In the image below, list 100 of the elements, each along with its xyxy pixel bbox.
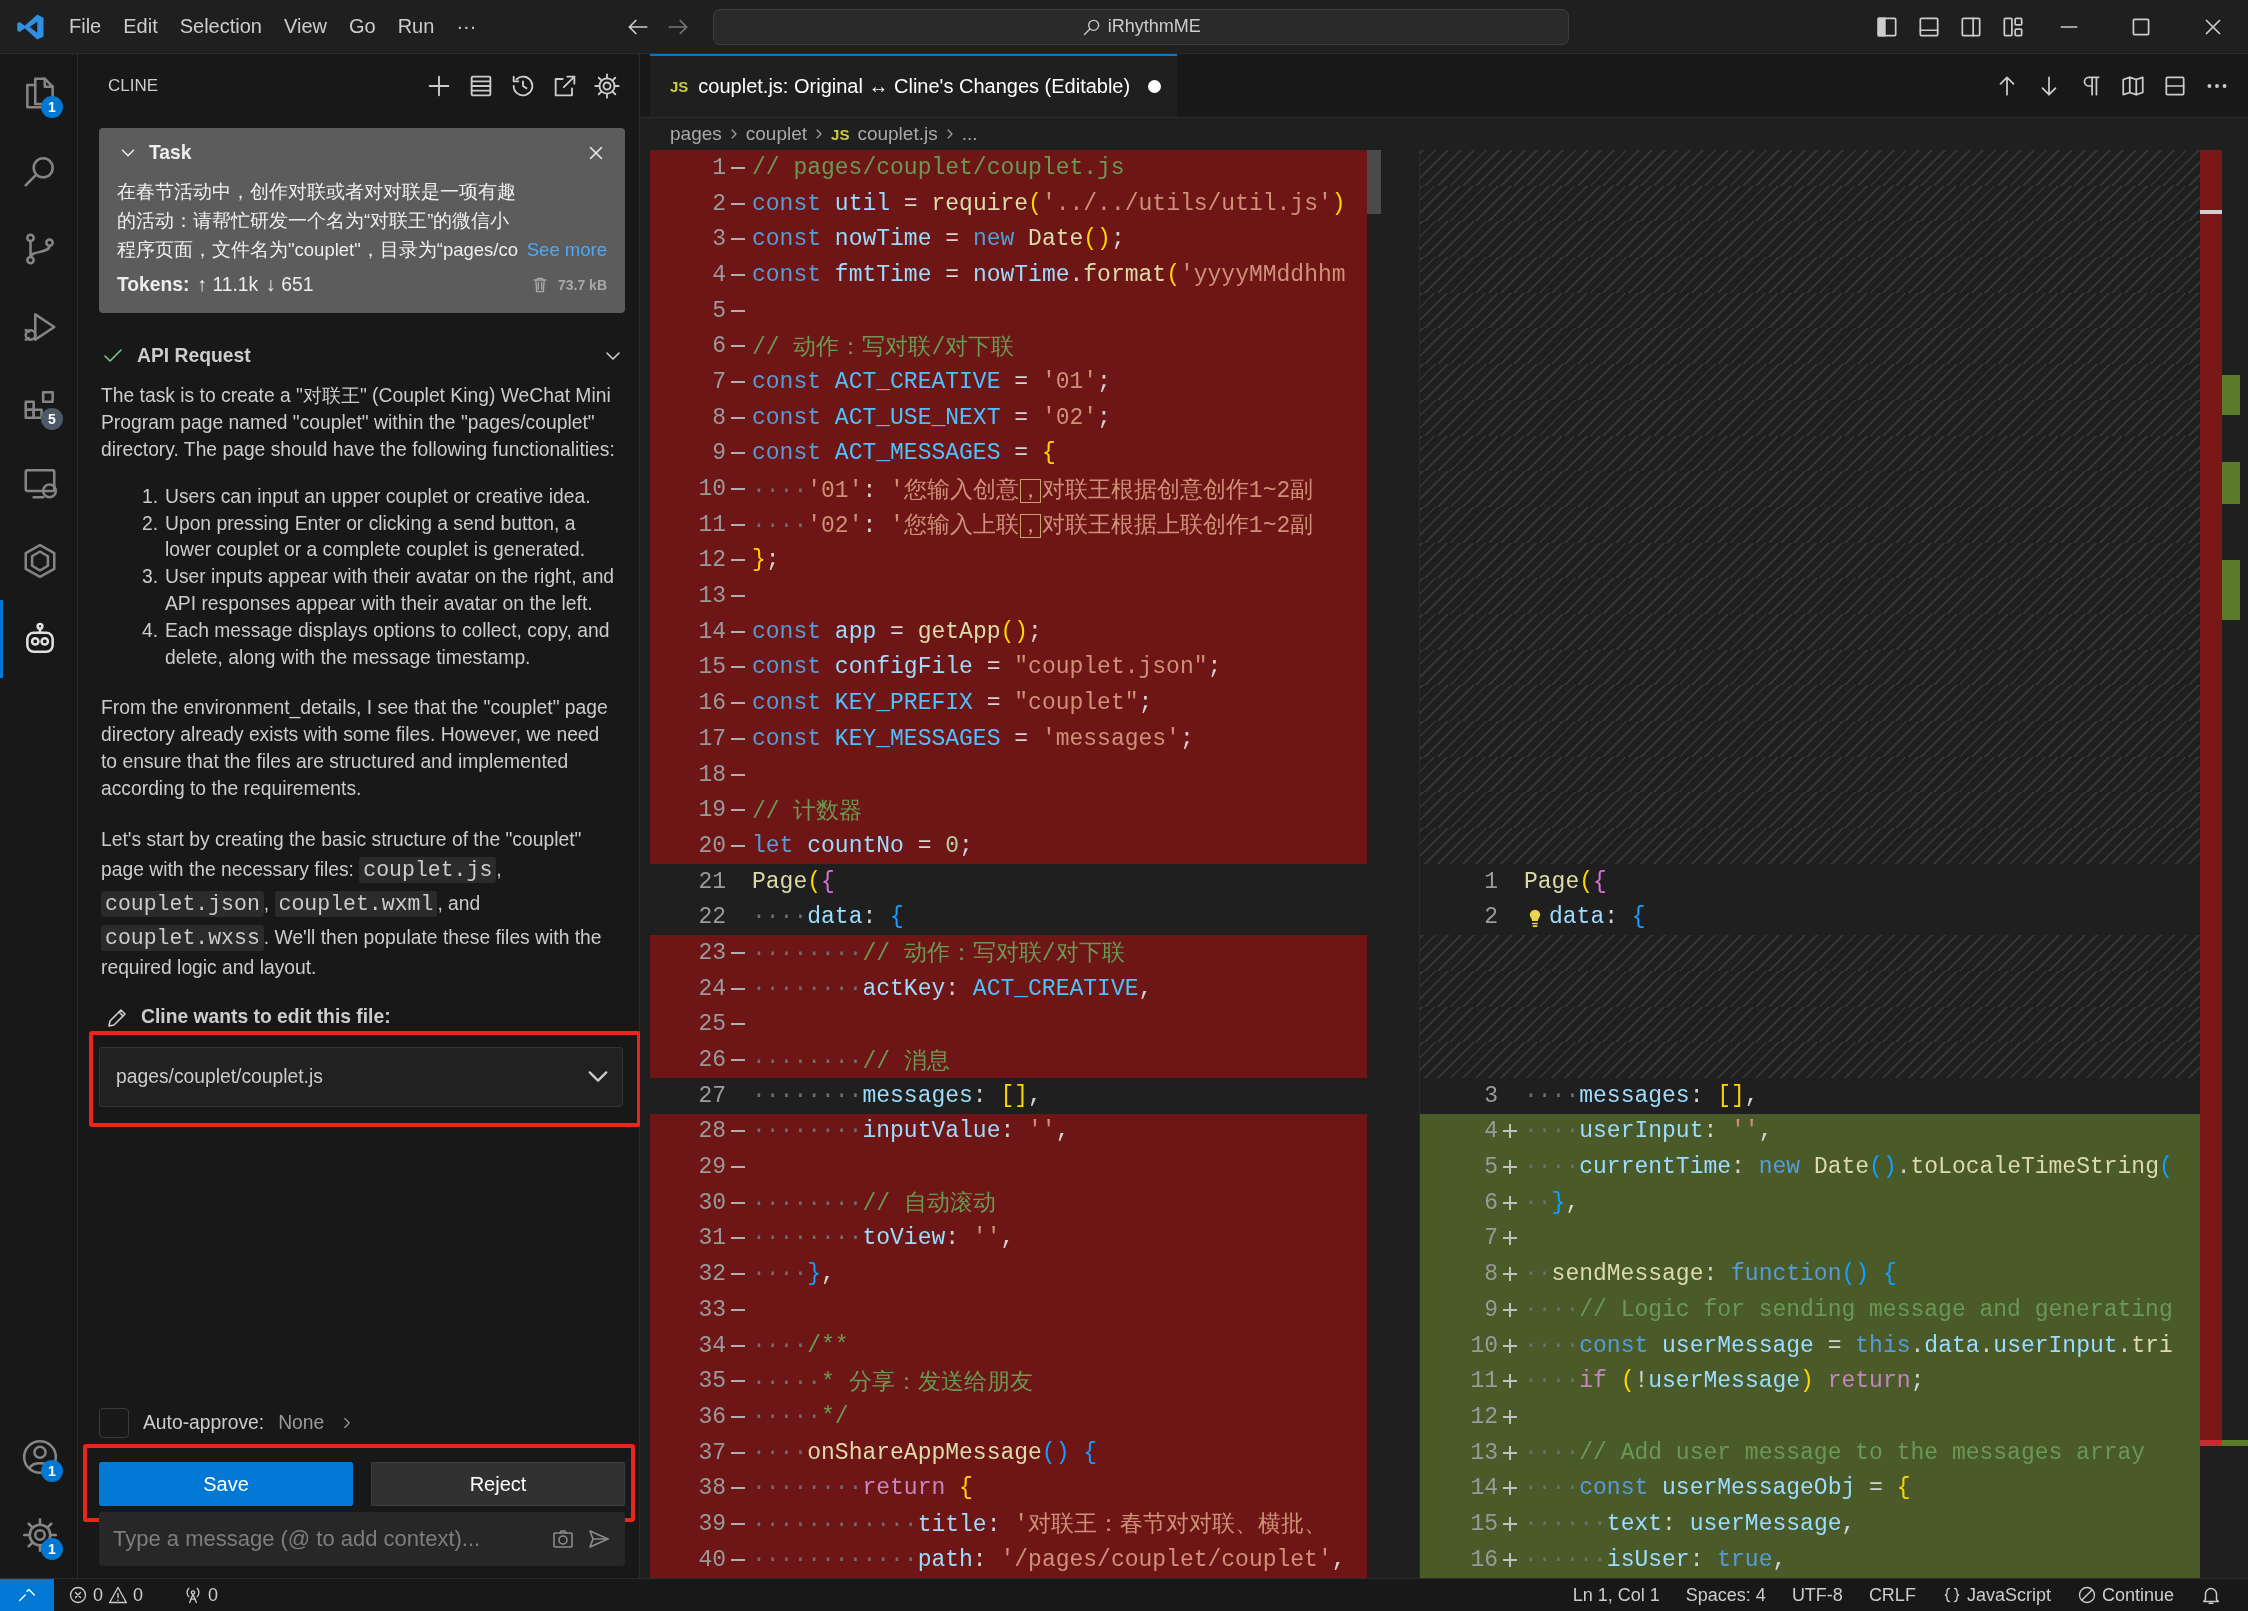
breadcrumb-item[interactable]: JS couplet.js <box>831 123 938 145</box>
code-text: ······isUser: true, <box>1524 1546 1787 1573</box>
menu-item[interactable]: View <box>275 11 336 42</box>
code-text: ··sendMessage: function() { <box>1524 1261 1897 1288</box>
badge-count: 1 <box>41 96 63 118</box>
code-text: ········messages: [], <box>752 1082 1042 1109</box>
activity-item[interactable]: 1 <box>0 1496 77 1574</box>
code-text: data: { <box>1549 904 1646 931</box>
menu-item[interactable]: Run <box>388 11 444 42</box>
line-number: 8 <box>711 404 726 431</box>
scrollbar-thumb[interactable] <box>1367 150 1381 214</box>
paragraph: The task is to create a "对联王" (Couplet King) WeChat Mini Program page named "couplet" within the "pages/couplet" directory. The page should have the following functionalities: <box>101 384 615 462</box>
line-number: 36 <box>697 1403 726 1430</box>
added-marker <box>1503 1409 1517 1424</box>
checkbox[interactable] <box>99 1408 129 1438</box>
file-dropdown[interactable]: pages/couplet/couplet.js <box>99 1046 623 1107</box>
added-marker <box>1503 1195 1517 1210</box>
status-item[interactable]: Ln 1, Col 1 <box>1564 1584 1668 1606</box>
continue-status[interactable]: Continue <box>2068 1584 2182 1606</box>
removed-marker <box>731 1308 745 1311</box>
breadcrumb-item[interactable]: pages <box>670 123 722 145</box>
removed-marker <box>731 1237 745 1240</box>
code-text: ····// Add user message to the messages array <box>1524 1439 2146 1466</box>
menu-item[interactable]: Selection <box>170 11 271 42</box>
language-status[interactable]: JavaScript <box>1933 1584 2059 1606</box>
line-number: 7 <box>1483 1225 1498 1252</box>
line-number: 8 <box>1483 1261 1498 1288</box>
menu-item[interactable]: File <box>60 11 111 42</box>
removed-marker <box>731 1380 745 1383</box>
activity-item[interactable]: 5 <box>0 366 77 444</box>
code-text: const nowTime = new Date(); <box>752 226 1125 253</box>
menu-item[interactable]: Edit <box>114 11 167 42</box>
removed-marker <box>731 809 745 812</box>
code-text: ········// 消息 <box>752 1047 950 1076</box>
removed-marker <box>731 309 745 312</box>
line-number: 6 <box>1483 1189 1498 1216</box>
menu-item[interactable]: ··· <box>447 11 486 42</box>
added-marker <box>1503 1445 1517 1460</box>
removed-marker <box>731 238 745 241</box>
problems-status[interactable]: 0 0 <box>60 1584 152 1606</box>
breadcrumb-item[interactable]: ... <box>961 123 978 145</box>
line-number: 10 <box>1469 1332 1498 1359</box>
removed-marker <box>731 1344 745 1347</box>
code-text: ········actKey: ACT_CREATIVE, <box>752 975 1153 1002</box>
command-center[interactable]: iRhythmME <box>713 8 1570 45</box>
code-text: const configFile = "couplet.json"; <box>752 654 1222 681</box>
line-number: 20 <box>697 832 726 859</box>
line-number: 11 <box>697 511 726 538</box>
tokens-label: Tokens: <box>117 272 190 297</box>
gear-icon[interactable] <box>593 72 621 100</box>
context-size: 73.7 kB <box>557 275 607 295</box>
line-number: 14 <box>697 618 726 645</box>
badge-count: 5 <box>41 408 63 430</box>
breadcrumb-item[interactable]: couplet <box>745 123 808 145</box>
editor-tab[interactable]: JS couplet.js: Original ↔ Cline's Changes (Editable) <box>650 54 1178 117</box>
status-item[interactable]: Spaces: 4 <box>1677 1584 1774 1606</box>
line-number: 12 <box>1469 1403 1498 1430</box>
line-number: 17 <box>697 725 726 752</box>
save-button[interactable]: Save <box>99 1462 353 1506</box>
code-text: ········return { <box>752 1475 973 1502</box>
code-text: const ACT_USE_NEXT = '02'; <box>752 404 1111 431</box>
code-text: ····// Logic for sending message and generating <box>1524 1296 2173 1323</box>
added-marker <box>1503 1302 1517 1317</box>
removed-marker <box>731 166 745 169</box>
line-number: 15 <box>697 654 726 681</box>
activity-item[interactable]: 1 <box>0 1418 77 1496</box>
menu-item[interactable]: Go <box>340 11 385 42</box>
edit-file-label: Cline wants to edit this file: <box>141 1005 391 1030</box>
message-input[interactable]: Type a message (@ to add context)... <box>99 1512 625 1566</box>
code-text: ····currentTime: new Date().toLocaleTimeString( <box>1524 1154 2173 1181</box>
line-number: 11 <box>1469 1368 1498 1395</box>
code-text: ············title: '对联王：春节对对联、横批、 <box>752 1511 1328 1540</box>
code-text: // 动作：写对联/对下联 <box>752 333 1015 362</box>
line-number: 13 <box>697 583 726 610</box>
removed-marker <box>731 951 745 954</box>
status-item[interactable]: CRLF <box>1860 1584 1924 1606</box>
removed-marker <box>731 1201 745 1204</box>
code-text: ········// 动作：写对联/对下联 <box>752 940 1125 969</box>
line-number: 2 <box>1483 904 1498 931</box>
reject-button[interactable]: Reject <box>371 1462 625 1506</box>
badge-count: 1 <box>41 1538 63 1560</box>
removed-marker <box>731 273 745 276</box>
removed-marker <box>731 1415 745 1418</box>
code-text: ········inputValue: '', <box>752 1118 1070 1145</box>
task-description: 在春节活动中，创作对联或者对对联是一项有趣的活动：请帮忙研发一个名为“对联王”的微信小程序页面，文件名为"couplet"，目录为“pages/co <box>117 179 520 262</box>
line-number: 16 <box>1469 1546 1498 1573</box>
removed-marker <box>731 1487 745 1490</box>
list-number: 3. <box>140 565 159 590</box>
activity-item[interactable]: 1 <box>0 54 77 132</box>
ports-status[interactable]: 0 <box>175 1584 227 1606</box>
line-number: 5 <box>711 297 726 324</box>
line-number: 21 <box>697 868 726 895</box>
removed-marker <box>731 1558 745 1561</box>
camera-icon[interactable] <box>551 1527 575 1551</box>
error-icon <box>68 1585 88 1605</box>
status-item[interactable]: UTF-8 <box>1783 1584 1851 1606</box>
line-number: 1 <box>1483 868 1498 895</box>
code-text: }; <box>752 547 780 574</box>
send-icon[interactable] <box>587 1527 611 1551</box>
removed-marker <box>731 380 745 383</box>
